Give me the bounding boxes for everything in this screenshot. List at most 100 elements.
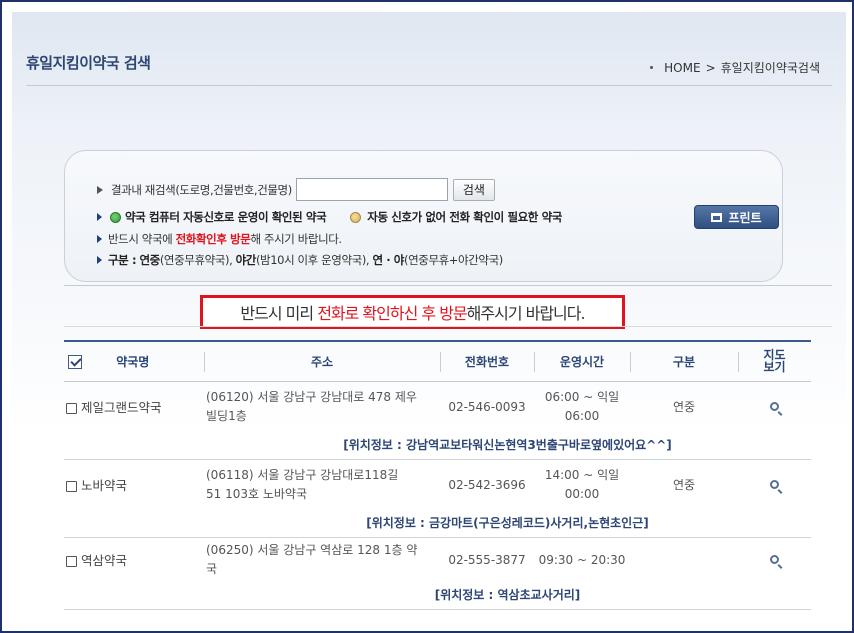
search-input[interactable] [295, 178, 448, 201]
search-button[interactable]: 검색 [452, 178, 495, 201]
header-hours-label: 운영시간 [559, 354, 605, 369]
address-line-2: 빌딩1층 [206, 409, 247, 424]
location-row: [위치정보 : 역삼초교사거리] [64, 583, 811, 610]
table-row: 제일그랜드약국 (06120) 서울 강남구 강남대로 478 제우 빌딩1층 … [64, 381, 811, 433]
breadcrumb-current: 휴일지킴이약국검색 [720, 61, 820, 75]
section-divider [64, 326, 832, 327]
hours-cell: 14:00 ~ 익일 00:00 [534, 459, 630, 511]
header-address-label: 주소 [310, 354, 334, 369]
magnifier-icon[interactable] [770, 401, 779, 411]
yellow-status-icon [350, 211, 362, 223]
hours-cell: 06:00 ~ 익일 06:00 [534, 381, 630, 433]
address-cell: (06120) 서울 강남구 강남대로 478 제우 빌딩1층 [204, 381, 440, 433]
type-cell: 연중 [672, 477, 696, 492]
triangle-bullet-icon [97, 185, 103, 194]
legend-row: 약국 컴퓨터 자동신호로 운영이 확인된 약국 자동 신호가 없어 전화 확인이… [97, 209, 562, 225]
legend-green-text: 약국 컴퓨터 자동신호로 운영이 확인된 약국 [125, 210, 327, 224]
type-both-desc: (연중무휴+야간약국) [404, 253, 503, 267]
address-line-1: (06118) 서울 강남구 강남대로118길 [206, 468, 399, 483]
location-info: [위치정보 : 강남역교보타워신논현역3번출구바로옆에있어요^^] [64, 433, 811, 460]
select-all-checkbox[interactable] [68, 355, 82, 370]
pharmacy-table: 약국명 주소 전화번호 운영시간 구분 지도 보기 제일그랜드약국 (06120) [64, 340, 811, 610]
window-frame: 휴일지킴이약국 검색 HOME > 휴일지킴이약국검색 결과내 재검색(도로명,… [0, 0, 854, 633]
phone-cell: 02-542-3696 [448, 477, 526, 492]
search-panel: 결과내 재검색(도로명,건물번호,건물명) 검색 약국 컴퓨터 자동신호로 운영… [64, 150, 783, 282]
title-divider [26, 85, 832, 86]
type-cell: 연중 [672, 399, 696, 414]
must-call-prefix: 반드시 약국에 [108, 232, 173, 246]
triangle-bullet-icon [97, 213, 102, 221]
location-info: [위치정보 : 금강마트(구은성레코드)사거리,논현초인근] [64, 511, 811, 538]
must-call-emphasis: 전화확인후 방문 [175, 232, 251, 246]
header-name-label: 약국명 [116, 354, 150, 369]
address-line-1: (06120) 서울 강남구 강남대로 478 제우 [206, 390, 417, 405]
header-phone-label: 전화번호 [464, 354, 510, 369]
row-checkbox[interactable] [66, 480, 77, 492]
table-row: 역삼약국 (06250) 서울 강남구 역삼로 128 1층 약 국 02-55… [64, 537, 811, 583]
print-button[interactable]: 프린트 [694, 205, 779, 229]
magnifier-icon[interactable] [770, 479, 779, 489]
hours-cell: 09:30 ~ 20:30 [534, 537, 630, 583]
hours-line-1: 06:00 ~ 익일 [544, 390, 620, 405]
type-both: 연 · 야 [372, 253, 404, 267]
notice-prefix: 반드시 미리 [240, 304, 314, 323]
pharmacy-name-cell: 역삼약국 [64, 537, 204, 583]
header-address: 주소 [204, 340, 440, 382]
row-checkbox[interactable] [66, 402, 77, 414]
address-cell: (06250) 서울 강남구 역삼로 128 1층 약 국 [204, 537, 440, 583]
pharmacy-name: 제일그랜드약국 [81, 399, 162, 415]
type-yagan-desc: (밤10시 이후 운영약국), [255, 253, 370, 267]
content-panel: 휴일지킴이약국 검색 HOME > 휴일지킴이약국검색 결과내 재검색(도로명,… [12, 12, 846, 625]
triangle-bullet-icon [97, 256, 102, 264]
pharmacy-name-cell: 제일그랜드약국 [64, 381, 204, 433]
hours-line-2: 00:00 [564, 487, 600, 502]
bullet-icon [650, 66, 654, 69]
type-label: 구분 : [108, 253, 137, 267]
hours-line-1: 14:00 ~ 익일 [544, 468, 620, 483]
notice-emphasis: 전화로 확인하신 후 방문 [317, 304, 467, 323]
header-type: 구분 [630, 340, 738, 382]
type-yeonjung: 연중 [139, 253, 160, 267]
type-yeonjung-desc: (연중무휴약국), [159, 253, 233, 267]
header-map-label-2: 보기 [763, 360, 786, 375]
breadcrumb-home-link[interactable]: HOME [664, 61, 700, 75]
magnifier-icon[interactable] [770, 554, 779, 564]
green-status-icon [110, 211, 121, 223]
print-button-label: 프린트 [728, 210, 762, 225]
table-row: 노바약국 (06118) 서울 강남구 강남대로118길 51 103호 노바약… [64, 459, 811, 511]
breadcrumb: HOME > 휴일지킴이약국검색 [650, 59, 820, 76]
location-info: [위치정보 : 역삼초교사거리] [64, 583, 811, 610]
header-map: 지도 보기 [738, 340, 811, 382]
section-divider [64, 285, 832, 286]
must-call-suffix: 해 주시기 바랍니다. [250, 232, 342, 246]
type-legend-row: 구분 : 연중 (연중무휴약국), 야간 (밤10시 이후 운영약국), 연 ·… [97, 252, 503, 268]
pharmacy-name: 노바약국 [81, 477, 128, 493]
phone-cell: 02-546-0093 [448, 399, 526, 414]
legend-yellow-text: 자동 신호가 없어 전화 확인이 필요한 약국 [367, 210, 562, 224]
search-label: 결과내 재검색(도로명,건물번호,건물명) [111, 182, 292, 197]
search-row: 결과내 재검색(도로명,건물번호,건물명) 검색 [97, 178, 495, 201]
hours-line-2: 06:00 [564, 409, 600, 424]
location-row: [위치정보 : 강남역교보타워신논현역3번출구바로옆에있어요^^] [64, 433, 811, 460]
header-phone: 전화번호 [440, 340, 534, 382]
table-header-row: 약국명 주소 전화번호 운영시간 구분 지도 보기 [64, 340, 811, 382]
printer-icon [711, 212, 723, 222]
location-row: [위치정보 : 금강마트(구은성레코드)사거리,논현초인근] [64, 511, 811, 538]
pharmacy-name-cell: 노바약국 [64, 459, 204, 511]
type-yagan: 야간 [235, 253, 257, 267]
address-line-1: (06250) 서울 강남구 역삼로 128 1층 약 [206, 543, 418, 558]
header-hours: 운영시간 [534, 340, 630, 382]
triangle-bullet-icon [97, 235, 102, 243]
call-notice-banner: 반드시 미리 전화로 확인하신 후 방문 해주시기 바랍니다. [200, 295, 625, 329]
map-cell [738, 381, 811, 433]
address-cell: (06118) 서울 강남구 강남대로118길 51 103호 노바약국 [204, 459, 440, 511]
map-cell [738, 459, 811, 511]
notice-suffix: 해주시기 바랍니다. [466, 304, 586, 323]
breadcrumb-separator: > [705, 60, 716, 75]
type-cell [630, 537, 738, 583]
pharmacy-name: 역삼약국 [81, 552, 128, 568]
map-cell [738, 537, 811, 583]
address-line-2: 국 [206, 562, 218, 577]
header-type-label: 구분 [672, 354, 696, 369]
row-checkbox[interactable] [66, 555, 77, 567]
